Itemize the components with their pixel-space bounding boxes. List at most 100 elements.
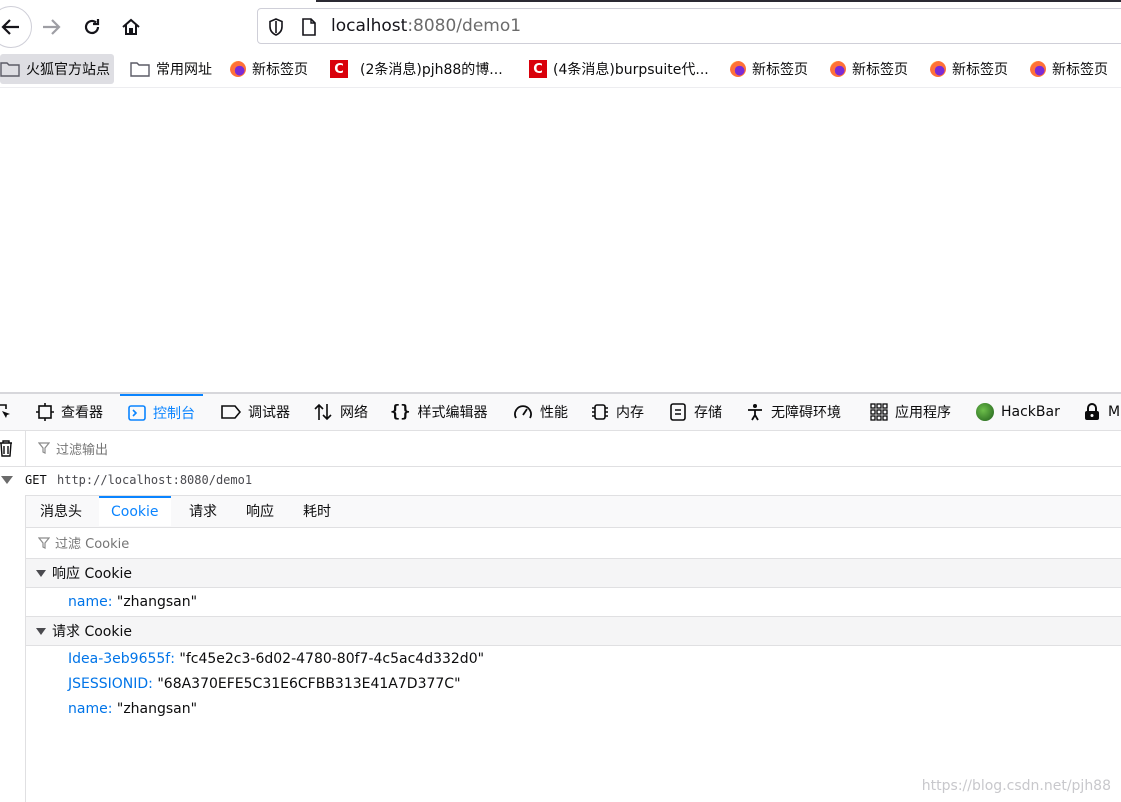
colon: : bbox=[107, 594, 117, 610]
tab-label: 存储 bbox=[694, 404, 722, 421]
firefox-icon bbox=[1030, 61, 1046, 77]
network-icon bbox=[314, 403, 332, 420]
bookmark-label: 常用网址 bbox=[156, 62, 212, 78]
tab-label: 内存 bbox=[616, 404, 644, 421]
style-editor-icon: {} bbox=[390, 401, 411, 422]
bookmark-new-tab[interactable]: 新标签页 bbox=[230, 54, 308, 84]
tab-style-editor[interactable]: {} 样式编辑器 bbox=[390, 394, 487, 429]
bookmark-folder-common[interactable]: 常用网址 bbox=[130, 54, 212, 84]
colon: : bbox=[170, 651, 180, 667]
bookmark-csdn-pjh88[interactable]: C (2条消息)pjh88的博... bbox=[330, 54, 503, 84]
cookie-row[interactable]: name: "zhangsan" bbox=[68, 591, 197, 613]
tab-extension[interactable]: M bbox=[1083, 394, 1120, 429]
cookie-value: "68A370EFE5C31E6CFBB313E41A7D377C" bbox=[157, 676, 461, 692]
tab-hackbar[interactable]: HackBar bbox=[976, 394, 1060, 429]
tab-debugger[interactable]: 调试器 bbox=[221, 394, 290, 429]
tracking-protection-shield-icon[interactable] bbox=[268, 18, 284, 36]
devtools-toolbar: 查看器 控制台 调试器 网络 {} 样式编辑器 性能 内存 存储 无障碍环境 应… bbox=[0, 394, 1121, 431]
request-method: GET bbox=[25, 473, 47, 487]
page-content[interactable] bbox=[0, 87, 1121, 393]
bookmark-new-tab[interactable]: 新标签页 bbox=[730, 54, 808, 84]
bookmark-folder-firefox[interactable]: 火狐官方站点 bbox=[0, 54, 114, 84]
tab-application[interactable]: 应用程序 bbox=[870, 394, 951, 429]
tab-performance[interactable]: 性能 bbox=[513, 394, 568, 429]
tab-label: 样式编辑器 bbox=[417, 404, 488, 421]
debugger-icon bbox=[221, 404, 241, 419]
bookmark-new-tab[interactable]: 新标签页 bbox=[930, 54, 1008, 84]
csdn-icon: C bbox=[330, 60, 348, 78]
performance-icon bbox=[514, 404, 532, 418]
trash-icon[interactable] bbox=[0, 439, 14, 457]
bookmark-label: 火狐官方站点 bbox=[26, 62, 110, 78]
home-button[interactable] bbox=[118, 14, 144, 40]
tab-inspector[interactable]: 查看器 bbox=[36, 394, 103, 429]
hackbar-icon bbox=[976, 402, 994, 421]
forward-arrow-icon bbox=[43, 19, 61, 35]
cookie-row[interactable]: name: "zhangsan" bbox=[68, 698, 197, 720]
tab-timings[interactable]: 耗时 bbox=[303, 496, 331, 526]
bookmark-new-tab[interactable]: 新标签页 bbox=[830, 54, 908, 84]
console-filter-input[interactable] bbox=[54, 439, 458, 461]
bookmark-label: (4条消息)burpsuite代... bbox=[553, 62, 709, 78]
response-cookies-header[interactable]: 响应 Cookie bbox=[26, 558, 1121, 588]
tab-accessibility[interactable]: 无障碍环境 bbox=[746, 394, 841, 429]
network-request-entry[interactable]: GET http://localhost:8080/demo1 bbox=[0, 467, 1121, 494]
section-title: 请求 Cookie bbox=[52, 624, 132, 640]
url-bar[interactable]: localhost:8080/demo1 bbox=[257, 8, 1121, 44]
cookie-value: "fc45e2c3-6d02-4780-80f7-4c5ac4d332d0" bbox=[179, 651, 485, 667]
cookie-key: name bbox=[68, 594, 108, 610]
back-arrow-icon bbox=[1, 19, 19, 35]
tab-cookies[interactable]: Cookie bbox=[99, 496, 171, 526]
memory-icon bbox=[592, 403, 608, 420]
tab-console[interactable]: 控制台 bbox=[120, 394, 203, 429]
cookie-filter-bar bbox=[26, 527, 1121, 559]
element-picker-icon bbox=[0, 403, 10, 418]
bookmark-label: 新标签页 bbox=[252, 62, 308, 78]
firefox-icon bbox=[830, 61, 846, 77]
expand-triangle-icon[interactable] bbox=[1, 476, 13, 484]
tab-memory[interactable]: 内存 bbox=[591, 394, 644, 429]
filter-icon bbox=[38, 442, 50, 454]
cookie-key: JSESSIONID bbox=[68, 676, 149, 692]
collapse-triangle-icon bbox=[36, 627, 46, 635]
forward-button[interactable] bbox=[38, 14, 64, 40]
cookie-key: Idea-3eb9655f bbox=[68, 651, 171, 667]
colon: : bbox=[107, 701, 117, 717]
cookie-row[interactable]: Idea-3eb9655f: "fc45e2c3-6d02-4780-80f7-… bbox=[68, 648, 484, 670]
reload-button[interactable] bbox=[79, 14, 105, 40]
cookie-key: name bbox=[68, 701, 108, 717]
tab-headers[interactable]: 消息头 bbox=[40, 496, 82, 526]
request-details-panel: 消息头 Cookie 请求 响应 耗时 响应 Cookie name: "zha… bbox=[25, 495, 1121, 802]
request-cookies-header[interactable]: 请求 Cookie bbox=[26, 616, 1121, 646]
folder-icon bbox=[0, 62, 20, 77]
home-icon bbox=[122, 18, 140, 35]
tab-storage[interactable]: 存储 bbox=[669, 394, 722, 429]
tab-label: 调试器 bbox=[248, 404, 290, 421]
bookmark-new-tab[interactable]: 新标签页 bbox=[1030, 54, 1108, 84]
cookie-value: "zhangsan" bbox=[116, 701, 198, 717]
bookmark-label: (2条消息)pjh88的博... bbox=[360, 62, 503, 78]
extension-icon bbox=[1085, 402, 1099, 420]
bookmark-csdn-burpsuite[interactable]: C (4条消息)burpsuite代... bbox=[529, 54, 709, 84]
firefox-icon bbox=[230, 61, 246, 77]
window-top-edge bbox=[316, 0, 1121, 2]
tab-response[interactable]: 响应 bbox=[246, 496, 274, 526]
tab-label: 无障碍环境 bbox=[771, 404, 841, 421]
filter-icon bbox=[38, 537, 50, 549]
folder-icon bbox=[130, 62, 150, 77]
bookmark-label: 新标签页 bbox=[852, 62, 908, 78]
firefox-icon bbox=[930, 61, 946, 77]
url-path: :8080/demo1 bbox=[407, 16, 522, 36]
cookie-filter-input[interactable] bbox=[53, 533, 457, 555]
url-text[interactable]: localhost:8080/demo1 bbox=[331, 16, 521, 36]
tab-request[interactable]: 请求 bbox=[189, 496, 217, 526]
request-url[interactable]: http://localhost:8080/demo1 bbox=[57, 473, 252, 487]
cookie-row[interactable]: JSESSIONID: "68A370EFE5C31E6CFBB313E41A7… bbox=[68, 673, 461, 695]
csdn-icon: C bbox=[529, 60, 547, 78]
tab-label: 性能 bbox=[540, 404, 568, 421]
tab-network[interactable]: 网络 bbox=[313, 394, 368, 429]
back-button[interactable] bbox=[0, 6, 32, 48]
element-picker-button[interactable] bbox=[0, 394, 12, 429]
page-icon[interactable] bbox=[302, 18, 316, 36]
bookmarks-toolbar: 火狐官方站点 常用网址 新标签页 C (2条消息)pjh88的博... C (4… bbox=[0, 54, 1121, 86]
